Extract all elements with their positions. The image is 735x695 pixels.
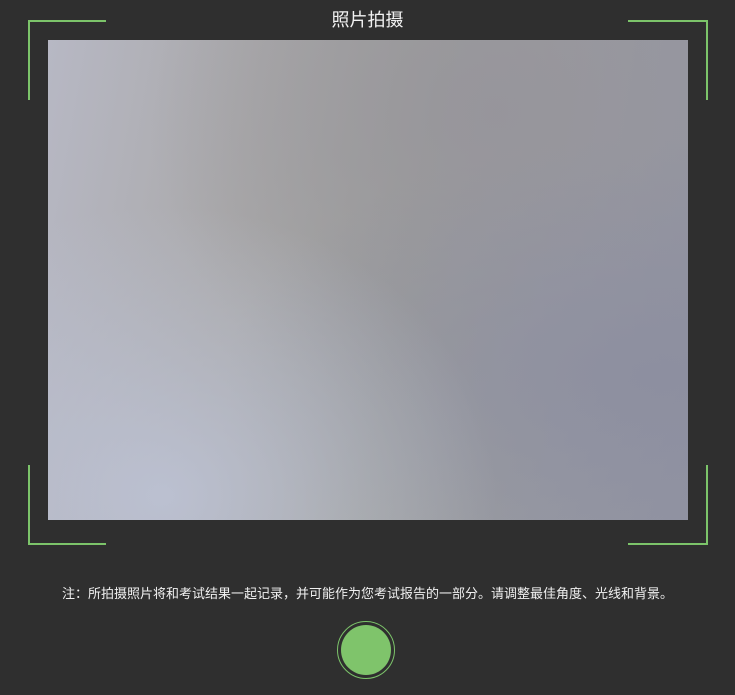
shutter-button[interactable] xyxy=(337,621,395,679)
camera-preview xyxy=(48,40,688,520)
capture-note: 注：所拍摄照片将和考试结果一起记录，并可能作为您考试报告的一部分。请调整最佳角度… xyxy=(61,587,673,602)
shutter-inner-circle-icon xyxy=(341,625,391,675)
page-title: 照片拍摄 xyxy=(331,10,404,31)
photo-capture-dialog: 照片拍摄 注：所拍摄照片将和考试结果一起记录，并可能作为您考试报告的一部分。请调… xyxy=(0,0,735,695)
